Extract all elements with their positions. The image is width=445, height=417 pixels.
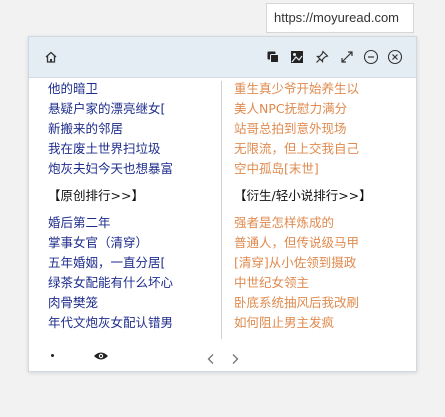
list-item[interactable]: 年代文炮灰女配认错男 xyxy=(48,313,218,333)
fanfic-ranking-link[interactable]: 【衍生/轻小说排行>>】 xyxy=(234,185,409,207)
address-bar[interactable]: https://moyuread.com xyxy=(266,3,414,33)
list-item[interactable]: 肉骨樊笼 xyxy=(48,293,218,313)
list-item[interactable]: 卧底系统抽风后我改刷 xyxy=(234,293,409,313)
left-column: 他的暗卫 悬疑户家的漂亮继女[ 新搬来的邻居 我在废土世界扫垃圾 炮灰夫妇今天也… xyxy=(48,79,218,333)
right-column: 重生真少爷开始养生以 美人NPC抚慰力满分 站哥总拍到意外现场 无限流，但上交我… xyxy=(234,79,409,333)
popup-footer xyxy=(29,341,416,371)
list-item[interactable]: 如何阻止男主发疯 xyxy=(234,313,409,333)
list-item[interactable]: [清穿]从小佐领到摄政 xyxy=(234,253,409,273)
list-item[interactable]: 他的暗卫 xyxy=(48,79,218,99)
home-icon[interactable] xyxy=(43,49,59,65)
chevron-right-icon xyxy=(232,354,239,364)
right-bottom-list: 强者是怎样炼成的 普通人，但传说级马甲 [清穿]从小佐领到摄政 中世纪女领主 卧… xyxy=(234,213,409,333)
left-bottom-list: 婚后第二年 掌事女官（清穿） 五年婚姻，一直分居[ 绿茶女配能有什么坏心 肉骨樊… xyxy=(48,213,218,333)
eye-icon[interactable] xyxy=(93,349,109,363)
list-item[interactable]: 绿茶女配能有什么坏心 xyxy=(48,273,218,293)
chevron-left-icon xyxy=(207,354,214,364)
list-item[interactable]: 强者是怎样炼成的 xyxy=(234,213,409,233)
list-item[interactable]: 普通人，但传说级马甲 xyxy=(234,233,409,253)
list-item[interactable]: 站哥总拍到意外现场 xyxy=(234,119,409,139)
dot-marker xyxy=(51,354,54,357)
right-top-list: 重生真少爷开始养生以 美人NPC抚慰力满分 站哥总拍到意外现场 无限流，但上交我… xyxy=(234,79,409,179)
list-item[interactable]: 我在废土世界扫垃圾 xyxy=(48,139,218,159)
list-item[interactable]: 空中孤岛[末世] xyxy=(234,159,409,179)
list-item[interactable]: 中世纪女领主 xyxy=(234,273,409,293)
list-item[interactable]: 美人NPC抚慰力满分 xyxy=(234,99,409,119)
list-item[interactable]: 悬疑户家的漂亮继女[ xyxy=(48,99,218,119)
close-icon[interactable] xyxy=(387,49,403,65)
url-text: https://moyuread.com xyxy=(274,10,399,25)
list-item[interactable]: 重生真少爷开始养生以 xyxy=(234,79,409,99)
list-item[interactable]: 掌事女官（清穿） xyxy=(48,233,218,253)
left-top-list: 他的暗卫 悬疑户家的漂亮继女[ 新搬来的邻居 我在废土世界扫垃圾 炮灰夫妇今天也… xyxy=(48,79,218,179)
list-item[interactable]: 婚后第二年 xyxy=(48,213,218,233)
next-page-button[interactable] xyxy=(225,349,245,369)
minimize-icon[interactable] xyxy=(363,49,379,65)
popup-titlebar xyxy=(29,37,416,78)
image-icon[interactable] xyxy=(289,49,305,65)
list-item[interactable]: 五年婚姻，一直分居[ xyxy=(48,253,218,273)
pin-icon[interactable] xyxy=(314,49,330,65)
reader-popup-window: 他的暗卫 悬疑户家的漂亮继女[ 新搬来的邻居 我在废土世界扫垃圾 炮灰夫妇今天也… xyxy=(28,36,417,372)
list-item[interactable]: 炮灰夫妇今天也想暴富 xyxy=(48,159,218,179)
original-ranking-link[interactable]: 【原创排行>>】 xyxy=(48,185,218,207)
column-divider xyxy=(221,81,222,339)
list-item[interactable]: 无限流，但上交我自己 xyxy=(234,139,409,159)
list-item[interactable]: 新搬来的邻居 xyxy=(48,119,218,139)
copy-icon[interactable] xyxy=(265,49,281,65)
prev-page-button[interactable] xyxy=(201,349,221,369)
expand-icon[interactable] xyxy=(339,49,355,65)
